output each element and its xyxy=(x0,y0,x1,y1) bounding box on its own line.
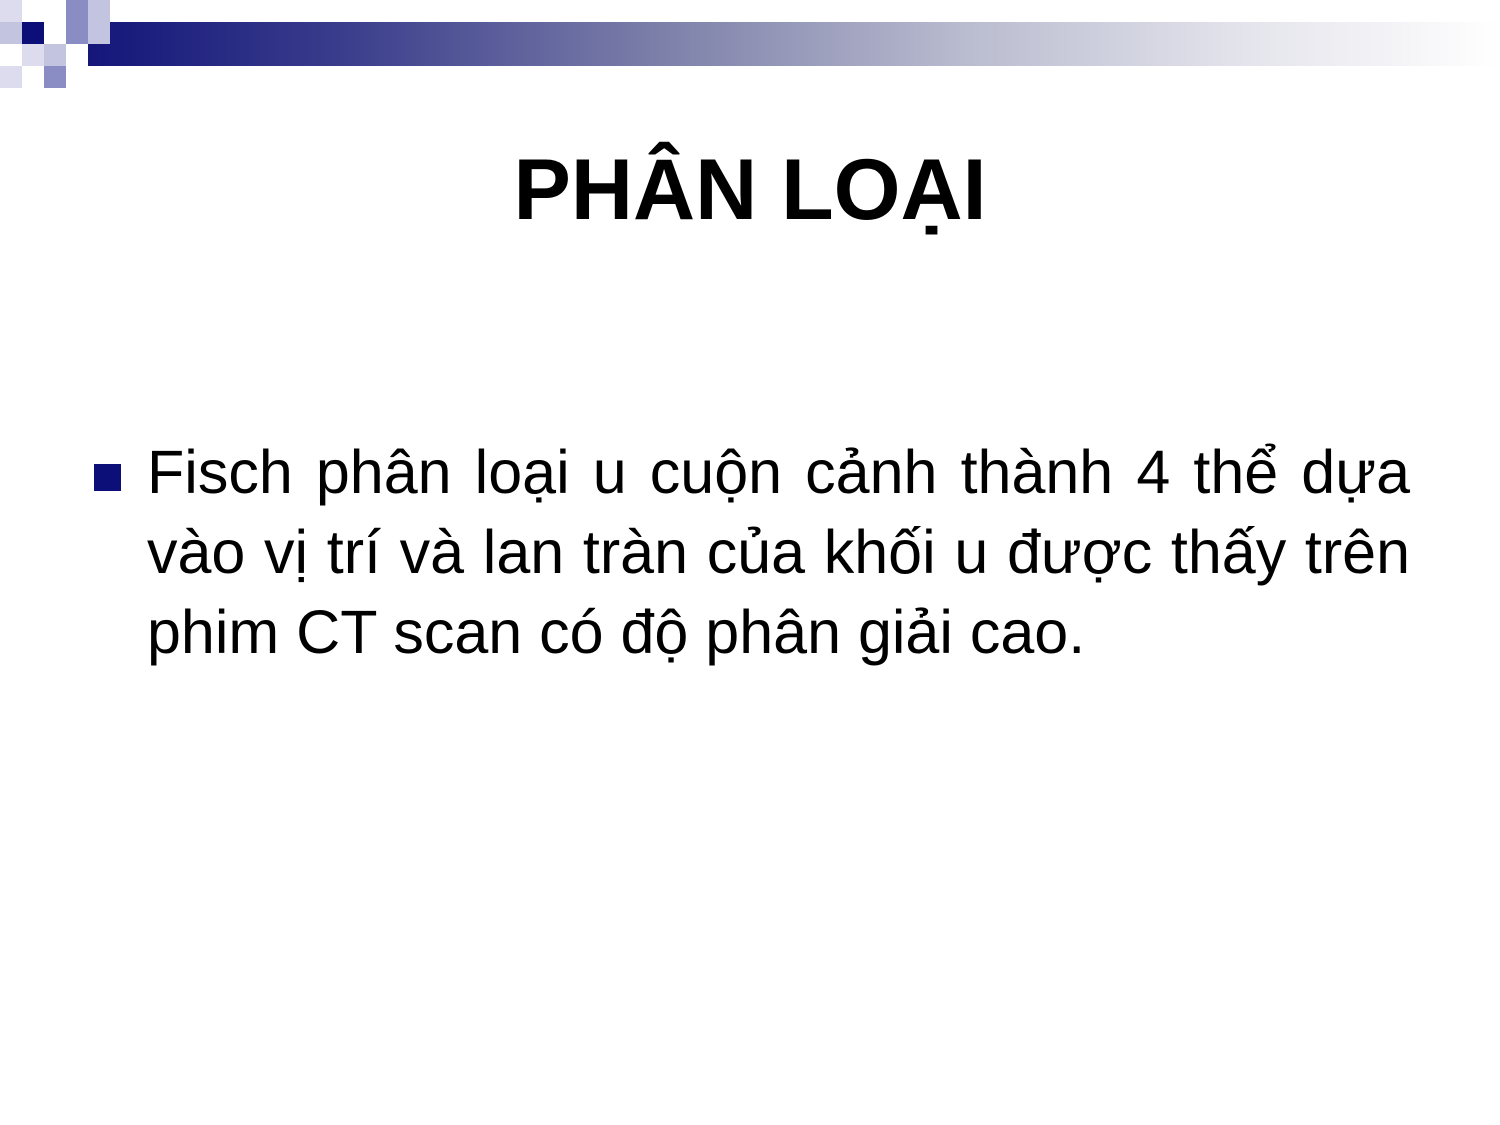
square-bullet-icon xyxy=(94,464,121,491)
list-item: Fisch phân loại u cuộn cảnh thành 4 thể … xyxy=(92,432,1410,672)
slide: PHÂN LOẠI Fisch phân loại u cuộn cảnh th… xyxy=(0,0,1500,1125)
header-gradient-band xyxy=(88,22,1500,66)
bullet-text: Fisch phân loại u cuộn cảnh thành 4 thể … xyxy=(147,438,1410,666)
bullet-list: Fisch phân loại u cuộn cảnh thành 4 thể … xyxy=(92,432,1410,672)
slide-title: PHÂN LOẠI xyxy=(513,142,987,238)
